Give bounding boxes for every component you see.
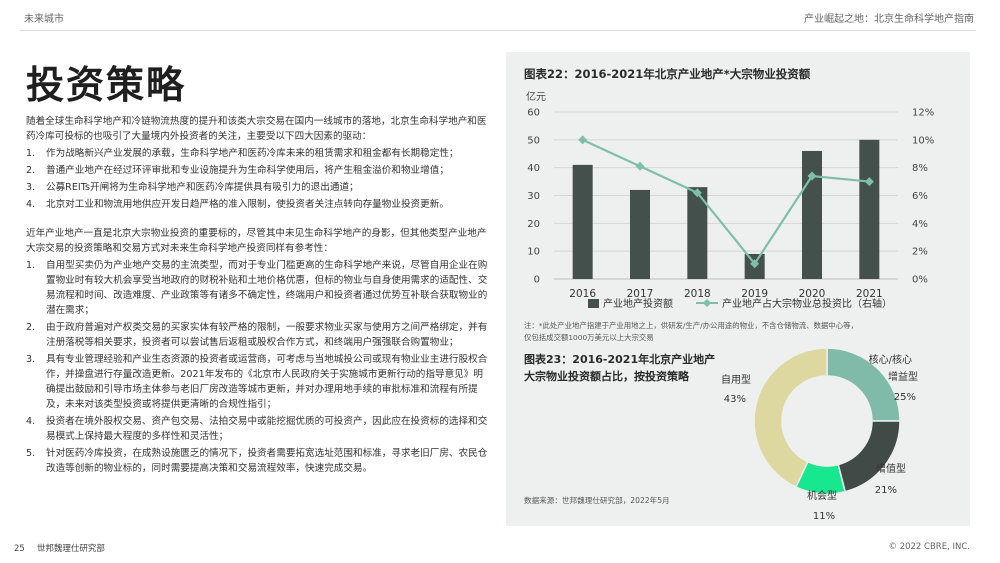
drivers-list: 1. 作为战略新兴产业发展的承载，生命科学地产和医药冷库未来的租赁需求和租金都有长… — [26, 146, 488, 212]
intro-paragraph: 随着全球生命科学地产和冷链物流热度的提升和该类大宗交易在国内一线城市的落地，北京… — [26, 116, 487, 142]
legend-bar-label: 产业地产投资额 — [603, 297, 673, 310]
line-path — [582, 138, 870, 266]
list-number: 2. — [26, 165, 36, 176]
strategies-list: 1. 自用型买卖仍为产业地产交易的主流类型，而对于专业门槛更高的生命科学地产来说，… — [26, 258, 488, 476]
chart22-title: 图表22：2016-2021年北京产业地产*大宗物业投资额 — [524, 67, 811, 81]
legend-line-marker — [703, 299, 711, 307]
list-number: 3. — [26, 354, 36, 365]
list-number: 2. — [26, 322, 36, 333]
y-tick-label: 20 — [527, 219, 540, 230]
list-number: 1. — [26, 260, 36, 271]
list-text: 北京对工业和物流用地供应开发日趋严格的准入限制，使投资者关注点转向存量物业投资更… — [46, 199, 449, 210]
bar-2020 — [802, 150, 822, 279]
donut-value-opportunistic: 11% — [813, 511, 835, 522]
y-tick-label: 30 — [527, 191, 540, 202]
chart23-source: 数据来源：世邦魏理仕研究部，2022年5月 — [524, 495, 670, 505]
y-tick-label: 10 — [527, 247, 540, 258]
donut-value-owner-occupier: 43% — [724, 394, 746, 405]
legend-line-label: 产业地产占大宗物业总投资比（右轴） — [722, 297, 892, 310]
y2-tick-label: 6% — [912, 191, 928, 202]
legend-bar-swatch — [588, 299, 599, 308]
footer-copyright: © 2022 CBRE, INC. — [888, 542, 971, 552]
footer-left: 25 世邦魏理仕研究部 — [14, 542, 105, 554]
donut-label-value-add: 增值型 — [876, 462, 906, 475]
chart23-title-line2: 大宗物业投资额占比，按投资策略 — [524, 369, 690, 383]
list-text: 由于政府普遍对产权类交易的买家实体有较严格的限制，一般要求物业买家与使用方之间严… — [46, 322, 488, 348]
chart22-bars — [572, 139, 880, 279]
chart22-right-axis: 0% 2% 4% 6% 8% 10% 12% — [912, 108, 934, 286]
y2-tick-label: 4% — [912, 219, 928, 230]
y-tick-label: 50 — [527, 135, 540, 146]
list-item: 4. 投资者在境外股权交易、资产包交易、法拍交易中或能挖掘优质的可投资产，因此应在… — [26, 414, 488, 444]
list-item: 2. 由于政府普遍对产权类交易的买家实体有较严格的限制，一般要求物业买家与使用方之… — [26, 320, 488, 350]
x-tick-label: 2018 — [684, 288, 711, 300]
list-text: 自用型买卖仍为产业地产交易的主流类型，而对于专业门槛更高的生命科学地产来说，尽管… — [46, 260, 488, 316]
list-item: 1. 作为战略新兴产业发展的承载，生命科学地产和医药冷库未来的租赁需求和租金都有长… — [26, 146, 488, 161]
list-item: 5. 针对医药冷库投资，在成熟设施匮乏的情况下，投资者需要拓宽选址范围和标准，寻求… — [26, 446, 488, 476]
header-divider — [20, 30, 976, 31]
strategy-paragraph: 近年产业地产一直是北京大宗物业投资的重要标的，尽管其中未见生命科学地产的身影，但… — [26, 228, 487, 254]
header-report-title: 产业崛起之地：北京生命科学地产指南 — [804, 14, 974, 25]
chart22-left-unit: 亿元 — [526, 90, 546, 103]
page-number: 25 — [14, 544, 25, 554]
footer-org: 世邦魏理仕研究部 — [36, 544, 105, 554]
bar-2021 — [859, 139, 880, 279]
y-tick-label: 60 — [527, 108, 540, 119]
charts-svg: 图表22：2016-2021年北京产业地产*大宗物业投资额 亿元 0 10 20 30… — [524, 67, 934, 522]
x-tick-label: 2016 — [569, 288, 596, 300]
bar-2016 — [572, 164, 593, 279]
body-text: 随着全球生命科学地产和冷链物流热度的提升和该类大宗交易在国内一线城市的落地，北京… — [26, 114, 488, 478]
donut-label-core-cont: 增益型 — [888, 370, 918, 383]
list-number: 3. — [26, 182, 36, 193]
y-tick-label: 40 — [527, 163, 540, 174]
page-title: 投资策略 — [26, 62, 187, 107]
list-item: 1. 自用型买卖仍为产业地产交易的主流类型，而对于专业门槛更高的生命科学地产来说，… — [26, 258, 488, 318]
list-text: 针对医药冷库投资，在成熟设施匮乏的情况下，投资者需要拓宽选址范围和标准，寻求老旧… — [46, 448, 488, 474]
list-item: 4. 北京对工业和物流用地供应开发日趋严格的准入限制，使投资者关注点转向存量物业投… — [26, 197, 488, 212]
list-text: 投资者在境外股权交易、资产包交易、法拍交易中或能挖掘优质的可投资产，因此应在投资… — [46, 416, 488, 442]
list-text: 作为战略新兴产业发展的承载，生命科学地产和医药冷库未来的租赁需求和租金都有长期稳… — [46, 148, 459, 159]
bar-2017 — [630, 189, 650, 279]
donut-slice-1 — [837, 420, 901, 493]
list-number: 5. — [26, 448, 36, 459]
chart-panel: 图表22：2016-2021年北京产业地产*大宗物业投资额 亿元 0 10 20 30… — [506, 52, 970, 526]
list-number: 1. — [26, 148, 36, 159]
y2-tick-label: 0% — [912, 275, 928, 286]
list-text: 普通产业地产在经过环评审批和专业设施提升为生命科学使用后，将产生租金溢价和物业增… — [46, 165, 449, 176]
donut-value-value-add: 21% — [875, 485, 897, 496]
header-section-label: 未来城市 — [24, 14, 64, 25]
chart23-title-line1: 图表23：2016-2021年北京产业地产 — [524, 352, 715, 366]
list-text: 公募REITs开闸将为生命科学地产和医药冷库提供具有吸引力的退出通道； — [46, 182, 359, 193]
chart22-gridlines — [554, 111, 898, 280]
donut-label-owner-occupier: 自用型 — [721, 373, 751, 386]
chart22-left-axis: 0 10 20 30 40 50 60 — [527, 108, 540, 286]
y2-tick-label: 10% — [912, 135, 934, 146]
line-point-2016 — [578, 135, 588, 145]
line-point-2017 — [635, 161, 645, 171]
donut-label-opportunistic: 机会型 — [807, 489, 837, 502]
list-number: 4. — [26, 199, 36, 210]
donut-label-core: 核心/核心 — [869, 353, 912, 366]
y2-tick-label: 8% — [912, 163, 928, 174]
chart22-note-line1: 注：*此处产业地产指建于产业用地之上，供研发/生产/办公用途的物业，不含仓储物流… — [524, 321, 858, 330]
chart22-line-series — [578, 135, 874, 269]
donut-value-core: 25% — [894, 392, 916, 403]
list-item: 3. 具有专业管理经验和产业生态资源的投资者或运营商，可考虑与当地城投公司或现有物… — [26, 352, 488, 412]
list-text: 具有专业管理经验和产业生态资源的投资者或运营商，可考虑与当地城投公司或现有物业业… — [46, 354, 488, 410]
chart22-note-line2: 仅包括成交额1000万美元以上大宗交易 — [524, 333, 654, 342]
y2-tick-label: 12% — [912, 108, 934, 119]
y2-tick-label: 2% — [912, 247, 928, 258]
list-item: 2. 普通产业地产在经过环评审批和专业设施提升为生命科学使用后，将产生租金溢价和物… — [26, 163, 488, 178]
list-item: 3. 公募REITs开闸将为生命科学地产和医药冷库提供具有吸引力的退出通道； — [26, 180, 488, 195]
list-number: 4. — [26, 416, 36, 427]
y-tick-label: 0 — [534, 275, 540, 286]
